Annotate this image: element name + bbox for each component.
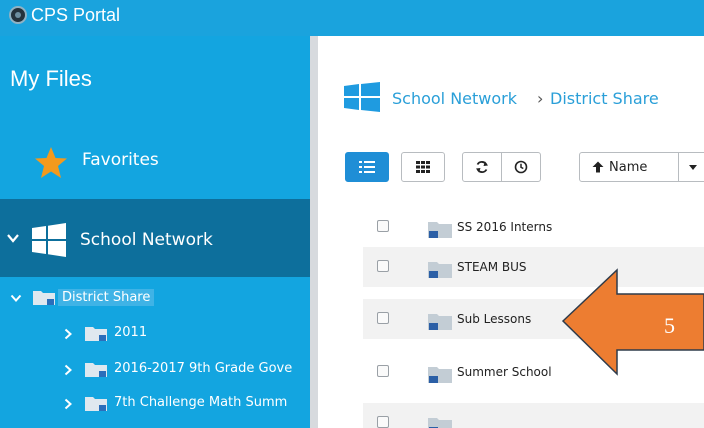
network-folder-icon [85,327,107,341]
file-row[interactable]: SS 2016 Interns [363,207,704,247]
history-button[interactable] [501,152,541,182]
tree-item-district-share[interactable]: District Share [10,286,310,312]
file-name: Summer School [457,365,552,379]
sort-by-name-button[interactable]: Name [579,152,679,182]
main-panel: School Network › District Share Name SS … [318,36,704,428]
network-folder-icon [428,262,452,278]
row-checkbox[interactable] [377,312,389,324]
tree-item-label: 2016-2017 9th Grade Gove [114,361,293,376]
sidebar-splitter[interactable] [310,36,318,428]
arrow-up-icon [592,161,604,173]
tree-item-2011[interactable]: 2011 [62,322,310,348]
row-checkbox[interactable] [377,416,389,428]
app-title[interactable]: CPS Portal [31,5,120,26]
sidebar: My Files Favorites School Network Distri… [0,36,310,428]
file-name: SS 2016 Interns [457,220,553,234]
row-checkbox[interactable] [377,220,389,232]
tree-item-7th-challenge-math[interactable]: 7th Challenge Math Summ [62,392,310,418]
breadcrumb-current-link[interactable]: District Share [550,89,659,108]
file-row[interactable]: Sub Lessons [363,299,704,339]
cps-seal-icon [9,6,27,24]
tree-item-label: 2011 [114,325,148,340]
refresh-icon [476,161,488,173]
file-name: Sub Lessons [457,312,532,326]
refresh-button[interactable] [462,152,502,182]
sidebar-item-label: Favorites [82,150,159,170]
file-row[interactable]: Summer School [363,352,704,392]
sidebar-item-favorites[interactable]: Favorites [0,140,310,190]
windows-logo-icon [344,82,380,112]
chevron-right-icon[interactable] [62,398,74,410]
sidebar-item-label: School Network [80,230,213,250]
tree-item-label: 7th Challenge Math Summ [114,395,288,410]
row-checkbox[interactable] [377,365,389,377]
chevron-right-icon[interactable] [62,364,74,376]
list-view-button[interactable] [345,152,389,182]
network-folder-icon [85,363,107,377]
network-folder-icon [428,222,452,238]
network-folder-icon [428,418,452,428]
chevron-down-icon[interactable] [10,292,22,304]
sidebar-item-school-network[interactable]: School Network [0,199,310,277]
sort-dropdown-button[interactable] [678,152,704,182]
sort-label: Name [609,159,648,175]
callout-step-number: 5 [664,313,675,338]
file-row[interactable]: STEAM BUS [363,247,704,287]
network-folder-icon [428,367,452,383]
chevron-right-icon[interactable] [62,328,74,340]
caret-down-icon [689,164,697,170]
list-view-icon [359,161,375,173]
sidebar-title: My Files [10,66,92,91]
file-row[interactable] [363,403,704,428]
grid-view-button[interactable] [401,152,445,182]
windows-logo-icon [32,223,66,257]
row-checkbox[interactable] [377,260,389,272]
breadcrumb-separator: › [537,89,544,108]
star-icon [35,147,67,178]
top-bar: CPS Portal [0,0,704,36]
breadcrumb-root-link[interactable]: School Network [392,89,517,108]
network-folder-icon [85,397,107,411]
chevron-down-icon[interactable] [6,231,20,245]
file-name: STEAM BUS [457,260,527,274]
tree-item-2016-2017-9th-grade[interactable]: 2016-2017 9th Grade Gove [62,358,310,384]
clock-icon [514,160,528,174]
grid-view-icon [416,161,430,173]
network-folder-icon [428,314,452,330]
tree-item-label: District Share [58,289,155,306]
network-folder-icon [33,291,55,305]
